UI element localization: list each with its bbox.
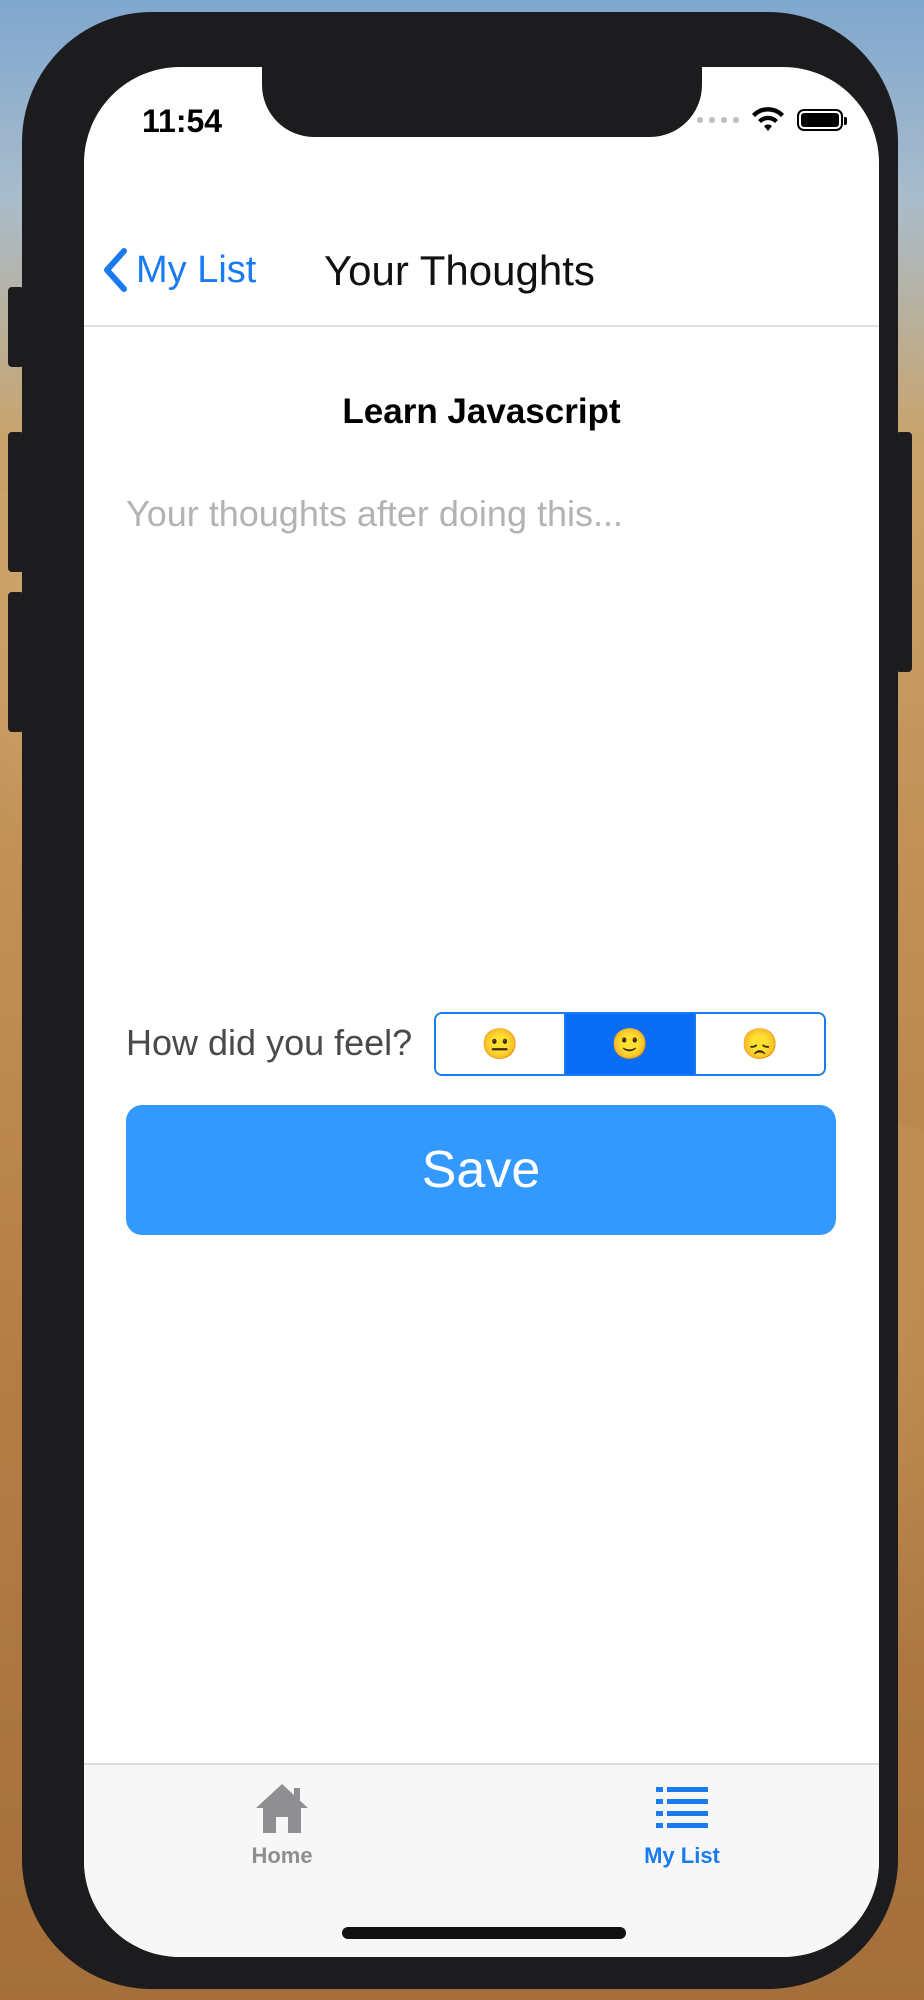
app-screen: 11:54 My List Your Thoughts Learn Javasc… — [84, 67, 879, 1957]
status-time: 11:54 — [142, 103, 223, 139]
home-indicator — [342, 1927, 626, 1939]
battery-icon — [797, 109, 847, 131]
tab-my-list-label: My List — [644, 1843, 720, 1868]
tab-home[interactable]: Home — [182, 1781, 382, 1869]
status-icons — [697, 107, 847, 133]
item-title: Learn Javascript — [342, 392, 621, 431]
wifi-icon — [752, 107, 784, 131]
back-button-label: My List — [136, 248, 257, 291]
navigation-bar: My List Your Thoughts — [84, 217, 879, 327]
tab-my-list[interactable]: My List — [582, 1781, 782, 1869]
list-icon — [656, 1787, 708, 1828]
chevron-left-icon — [104, 248, 127, 292]
feeling-segmented-control: 😐 🙂 😞 — [434, 1012, 826, 1076]
tab-home-label: Home — [251, 1843, 313, 1868]
feeling-label: How did you feel? — [126, 1022, 413, 1063]
feeling-option-neutral[interactable]: 😐 — [436, 1014, 564, 1074]
feeling-option-happy[interactable]: 🙂 — [564, 1014, 694, 1074]
save-button[interactable]: Save — [126, 1105, 836, 1235]
feeling-row: How did you feel? 😐 🙂 😞 — [126, 1012, 838, 1078]
home-icon — [256, 1784, 308, 1833]
page-title: Your Thoughts — [324, 247, 595, 294]
feeling-option-sad[interactable]: 😞 — [694, 1014, 824, 1074]
thoughts-input[interactable] — [124, 491, 843, 935]
notch — [262, 67, 702, 137]
cellular-signal-icon — [697, 117, 739, 123]
phone-frame: 11:54 My List Your Thoughts Learn Javasc… — [8, 12, 912, 1989]
back-button[interactable]: My List — [102, 247, 256, 293]
